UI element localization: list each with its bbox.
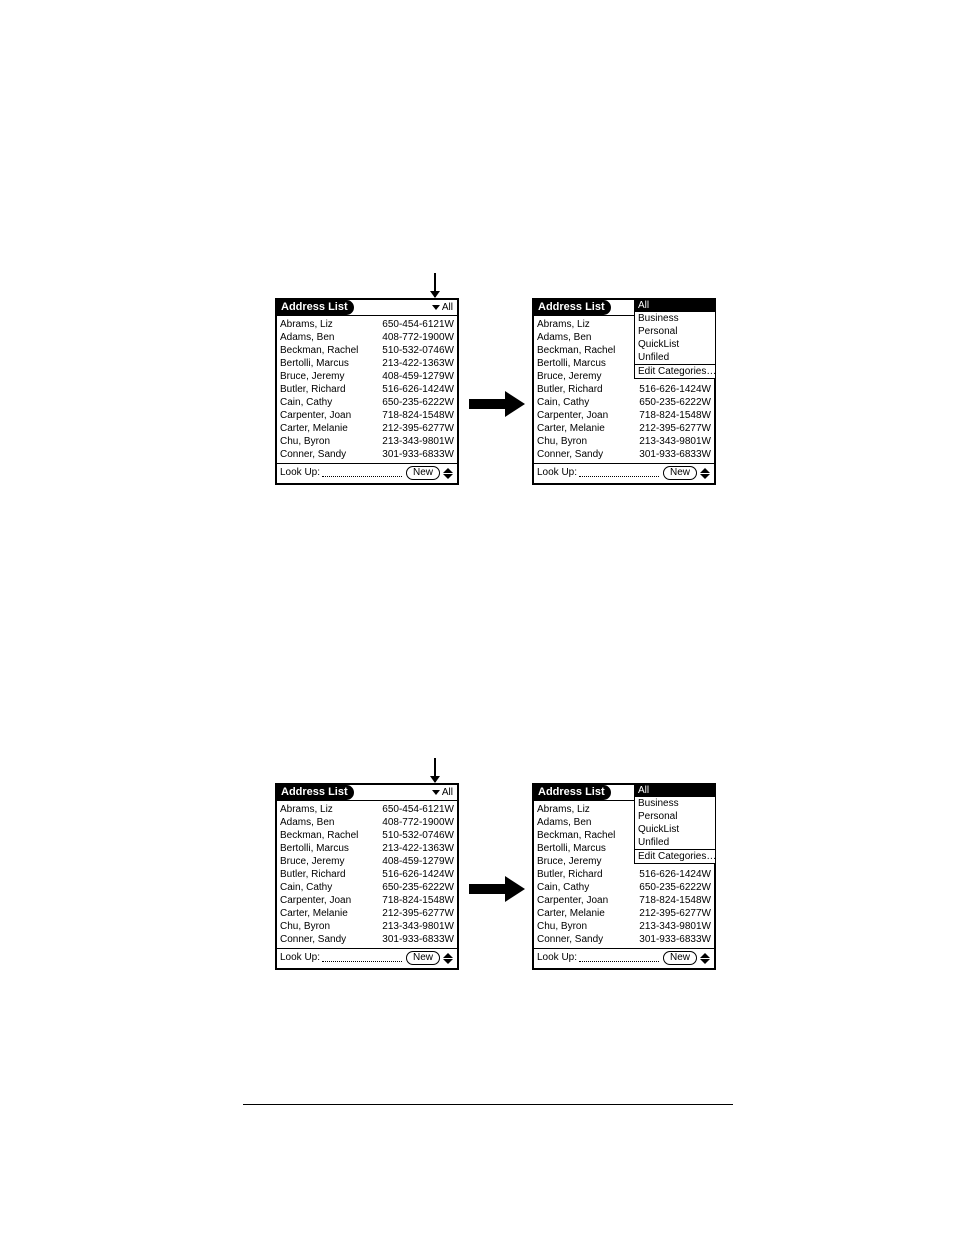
category-item-edit[interactable]: Edit Categories… <box>635 849 715 863</box>
list-item[interactable]: Chu, Byron213-343-9801W <box>280 920 454 933</box>
new-button[interactable]: New <box>406 466 440 480</box>
scroll-arrows[interactable] <box>699 468 711 479</box>
category-trigger-label: All <box>442 301 453 314</box>
new-button[interactable]: New <box>663 951 697 965</box>
lookup-input[interactable] <box>579 467 659 477</box>
list-item[interactable]: Conner, Sandy301-933-6833W <box>280 448 454 461</box>
list-item[interactable]: Cain, Cathy650-235-6222W <box>537 881 711 894</box>
list-item[interactable]: Butler, Richard516-626-1424W <box>280 383 454 396</box>
chevron-down-icon <box>432 305 440 310</box>
list-item[interactable]: Chu, Byron213-343-9801W <box>537 920 711 933</box>
list-item[interactable]: Carpenter, Joan718-824-1548W <box>280 894 454 907</box>
lookup-label: Look Up: <box>537 952 577 964</box>
list-item[interactable]: Carpenter, Joan718-824-1548W <box>537 894 711 907</box>
window-title: Address List <box>534 785 611 800</box>
scroll-up-icon <box>443 468 453 473</box>
category-item-personal[interactable]: Personal <box>635 325 715 338</box>
window-title: Address List <box>534 300 611 315</box>
category-item-quicklist[interactable]: QuickList <box>635 338 715 351</box>
lookup-label: Look Up: <box>280 467 320 479</box>
scroll-down-icon <box>700 474 710 479</box>
new-button[interactable]: New <box>406 951 440 965</box>
list-item[interactable]: Carpenter, Joan718-824-1548W <box>537 409 711 422</box>
contact-list: Abrams, Liz650-454-6121W Adams, Ben408-7… <box>277 316 457 463</box>
list-item[interactable]: Bruce, Jeremy408-459-1279W <box>280 855 454 868</box>
lookup-input[interactable] <box>322 467 402 477</box>
list-item[interactable]: Cain, Cathy650-235-6222W <box>280 396 454 409</box>
category-item-quicklist[interactable]: QuickList <box>635 823 715 836</box>
lookup-input[interactable] <box>322 952 402 962</box>
list-item[interactable]: Adams, Ben408-772-1900W <box>280 816 454 829</box>
address-list-window-closed: Address List All Abrams, Liz650-454-6121… <box>275 298 459 485</box>
scroll-down-icon <box>700 959 710 964</box>
list-item[interactable]: Cain, Cathy650-235-6222W <box>280 881 454 894</box>
category-popup-menu: All Business Personal QuickList Unfiled … <box>634 298 716 379</box>
list-item[interactable]: Conner, Sandy301-933-6833W <box>280 933 454 946</box>
list-item[interactable]: Beckman, Rachel510-532-0746W <box>280 829 454 842</box>
scroll-down-icon <box>443 474 453 479</box>
scroll-arrows[interactable] <box>442 953 454 964</box>
scroll-up-icon <box>700 468 710 473</box>
bottom-bar: Look Up: New <box>534 463 714 483</box>
scroll-arrows[interactable] <box>442 468 454 479</box>
list-item[interactable]: Beckman, Rachel510-532-0746W <box>280 344 454 357</box>
list-item[interactable]: Chu, Byron213-343-9801W <box>280 435 454 448</box>
category-trigger[interactable]: All <box>430 785 457 800</box>
transition-arrow-icon <box>469 878 527 900</box>
category-item-business[interactable]: Business <box>635 797 715 810</box>
lookup-label: Look Up: <box>537 467 577 479</box>
window-title: Address List <box>277 300 354 315</box>
category-item-business[interactable]: Business <box>635 312 715 325</box>
scroll-down-icon <box>443 959 453 964</box>
address-list-window-open: Address List All Business Personal Quick… <box>532 783 716 970</box>
list-item[interactable]: Adams, Ben408-772-1900W <box>280 331 454 344</box>
scroll-arrows[interactable] <box>699 953 711 964</box>
list-item[interactable]: Bertolli, Marcus213-422-1363W <box>280 842 454 855</box>
lookup-label: Look Up: <box>280 952 320 964</box>
category-item-unfiled[interactable]: Unfiled <box>635 351 715 364</box>
list-item[interactable]: Butler, Richard516-626-1424W <box>537 868 711 881</box>
transition-arrow-icon <box>469 393 527 415</box>
pointer-to-category-trigger <box>434 758 436 782</box>
list-item[interactable]: Carter, Melanie212-395-6277W <box>537 907 711 920</box>
lookup-input[interactable] <box>579 952 659 962</box>
contact-list: Abrams, Liz650-454-6121W Adams, Ben408-7… <box>277 801 457 948</box>
titlebar: Address List All <box>277 300 457 316</box>
window-title: Address List <box>277 785 354 800</box>
scroll-up-icon <box>443 953 453 958</box>
list-item[interactable]: Butler, Richard516-626-1424W <box>280 868 454 881</box>
list-item[interactable]: Butler, Richard516-626-1424W <box>537 383 711 396</box>
pointer-to-category-trigger <box>434 273 436 297</box>
address-list-window-closed: Address List All Abrams, Liz650-454-6121… <box>275 783 459 970</box>
list-item[interactable]: Carter, Melanie212-395-6277W <box>280 907 454 920</box>
list-item[interactable]: Carter, Melanie212-395-6277W <box>537 422 711 435</box>
category-item-personal[interactable]: Personal <box>635 810 715 823</box>
list-item[interactable]: Bertolli, Marcus213-422-1363W <box>280 357 454 370</box>
category-item-all[interactable]: All <box>635 299 715 312</box>
horizontal-rule <box>243 1104 733 1105</box>
bottom-bar: Look Up: New <box>277 948 457 968</box>
category-trigger-label: All <box>442 786 453 799</box>
list-item[interactable]: Carter, Melanie212-395-6277W <box>280 422 454 435</box>
category-item-unfiled[interactable]: Unfiled <box>635 836 715 849</box>
list-item[interactable]: Conner, Sandy301-933-6833W <box>537 448 711 461</box>
list-item[interactable]: Carpenter, Joan718-824-1548W <box>280 409 454 422</box>
category-item-all[interactable]: All <box>635 784 715 797</box>
chevron-down-icon <box>432 790 440 795</box>
list-item[interactable]: Abrams, Liz650-454-6121W <box>280 318 454 331</box>
address-list-window-open: Address List All Business Personal Quick… <box>532 298 716 485</box>
new-button[interactable]: New <box>663 466 697 480</box>
list-item[interactable]: Conner, Sandy301-933-6833W <box>537 933 711 946</box>
bottom-bar: Look Up: New <box>277 463 457 483</box>
category-popup-menu: All Business Personal QuickList Unfiled … <box>634 783 716 864</box>
bottom-bar: Look Up: New <box>534 948 714 968</box>
list-item[interactable]: Cain, Cathy650-235-6222W <box>537 396 711 409</box>
list-item[interactable]: Chu, Byron213-343-9801W <box>537 435 711 448</box>
scroll-up-icon <box>700 953 710 958</box>
category-item-edit[interactable]: Edit Categories… <box>635 364 715 378</box>
list-item[interactable]: Bruce, Jeremy408-459-1279W <box>280 370 454 383</box>
titlebar: Address List All <box>277 785 457 801</box>
list-item[interactable]: Abrams, Liz650-454-6121W <box>280 803 454 816</box>
category-trigger[interactable]: All <box>430 300 457 315</box>
